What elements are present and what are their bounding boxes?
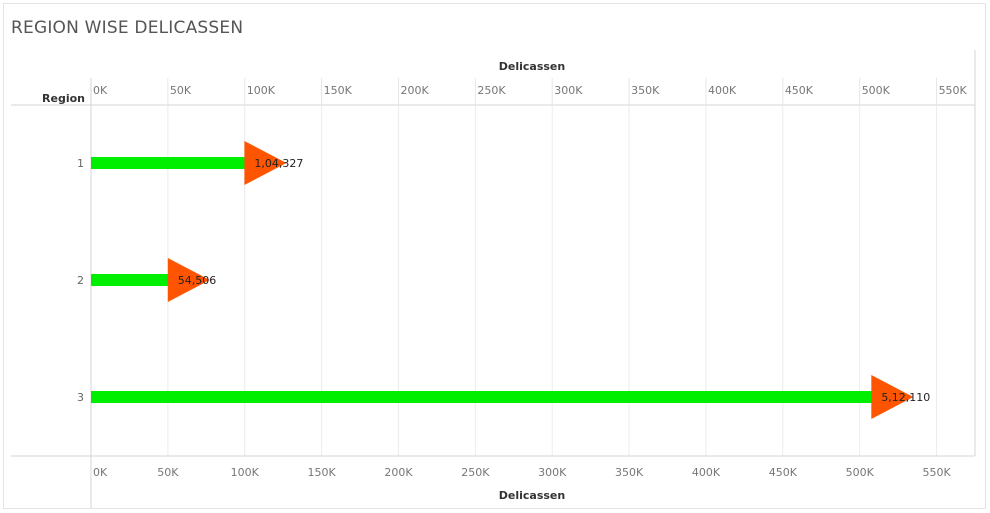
data-label-region-1: 1,04,327	[254, 157, 303, 170]
data-labels: 1,04,327 54,506 5,12,110	[178, 157, 931, 404]
y-category-label: 2	[77, 274, 84, 287]
top-x-tick-label: 100K	[247, 84, 276, 97]
bar-chart: 0K 50K 100K 150K 200K 250K 300K 350K 400K 450K 500…	[11, 50, 976, 508]
top-x-tick-label: 450K	[785, 84, 814, 97]
y-category-label: 1	[77, 157, 84, 170]
bottom-x-tick-label: 0K	[93, 466, 108, 479]
data-label-region-2: 54,506	[178, 274, 217, 287]
top-x-tick-label: 550K	[939, 84, 968, 97]
bar-region-1	[91, 157, 252, 169]
top-x-tick-label: 50K	[170, 84, 192, 97]
markers	[167, 141, 914, 419]
y-axis-categories: 1 2 3	[77, 157, 84, 404]
bottom-x-tick-label: 550K	[922, 466, 951, 479]
bottom-x-tick-label: 50K	[157, 466, 179, 479]
bottom-x-tick-label: 450K	[769, 466, 798, 479]
top-x-tick-label: 500K	[862, 84, 891, 97]
bottom-x-axis-title: Delicassen	[499, 489, 565, 502]
bottom-x-tick-label: 200K	[384, 466, 413, 479]
top-x-tick-label: 150K	[324, 84, 353, 97]
bottom-x-tick-label: 250K	[461, 466, 490, 479]
y-category-label: 3	[77, 391, 84, 404]
bar-region-3	[91, 391, 879, 403]
bottom-x-tick-label: 350K	[615, 466, 644, 479]
top-x-tick-label: 350K	[631, 84, 660, 97]
top-x-axis-title: Delicassen	[499, 60, 565, 73]
top-x-tick-label: 0K	[93, 84, 108, 97]
bottom-x-tick-label: 150K	[307, 466, 336, 479]
top-x-tick-label: 250K	[477, 84, 506, 97]
top-x-tick-label: 200K	[400, 84, 429, 97]
bottom-x-tick-label: 500K	[846, 466, 875, 479]
bottom-x-tick-label: 100K	[231, 466, 260, 479]
top-x-tick-label: 300K	[554, 84, 583, 97]
bottom-x-axis-ticks: 0K 50K 100K 150K 200K 250K 300K 350K 400K 450K 500…	[93, 466, 951, 479]
bottom-x-tick-label: 400K	[692, 466, 721, 479]
top-x-tick-label: 400K	[708, 84, 737, 97]
data-label-region-3: 5,12,110	[881, 391, 930, 404]
bar-region-2	[91, 274, 175, 286]
bottom-x-tick-label: 300K	[538, 466, 567, 479]
y-axis-title: Region	[42, 92, 85, 105]
top-x-axis-ticks: 0K 50K 100K 150K 200K 250K 300K 350K 400K 450K 500…	[93, 84, 968, 97]
